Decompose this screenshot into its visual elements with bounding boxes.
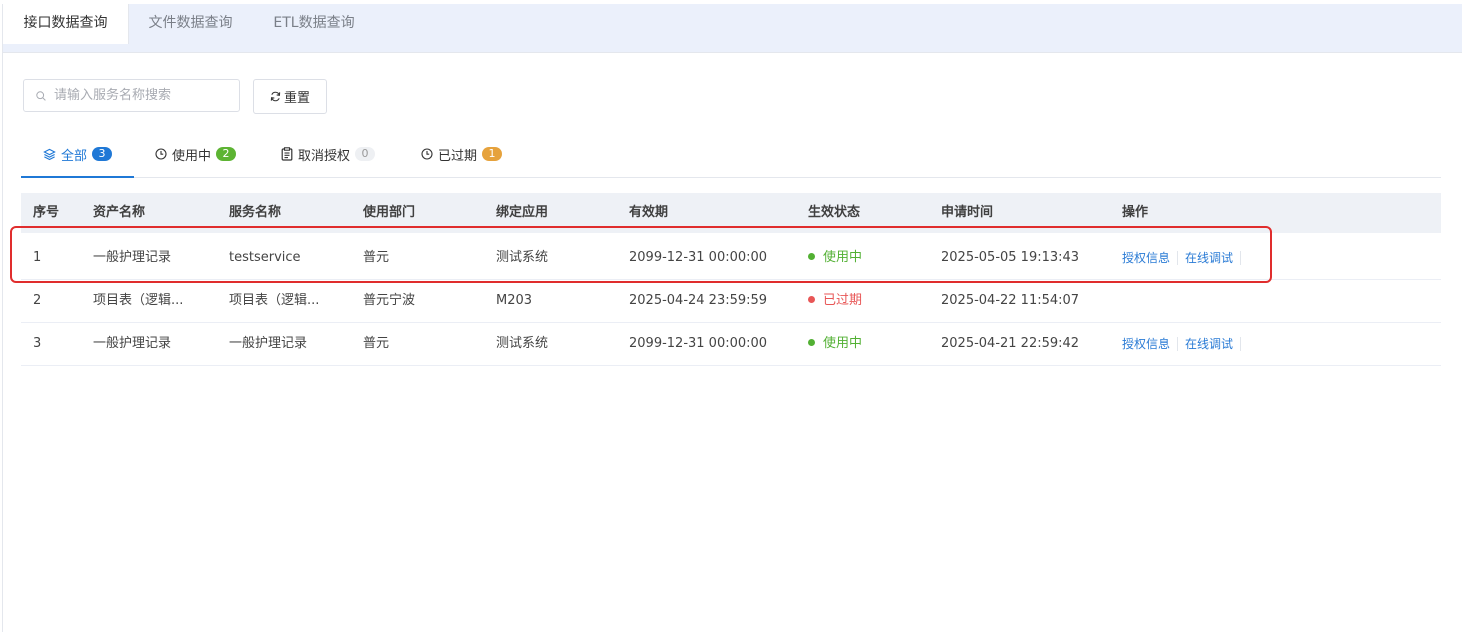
cell-service-name: 项目表（逻辑... xyxy=(229,293,320,308)
cell-asset-name: 项目表（逻辑... xyxy=(93,293,184,308)
action-divider xyxy=(1177,337,1179,351)
status-tab-label: 使用中 xyxy=(172,148,212,164)
status-dot xyxy=(808,339,815,346)
highlight-box xyxy=(10,226,1272,283)
status-tab-revoked[interactable]: 取消授权 0 xyxy=(281,140,376,168)
cell-department: 普元 xyxy=(363,336,390,351)
reset-label: 重置 xyxy=(283,91,310,106)
tab-etl-data[interactable]: ETL数据查询 xyxy=(253,4,375,43)
table-row[interactable]: 3 一般护理记录 一般护理记录 普元 测试系统 2099-12-31 00:00… xyxy=(21,323,1441,366)
active-tab-indicator xyxy=(21,176,134,178)
clipboard-icon xyxy=(281,147,293,161)
top-tab-bar: 接口数据查询 文件数据查询 ETL数据查询 xyxy=(3,4,1462,53)
refresh-icon xyxy=(270,91,281,102)
cell-valid-until: 2099-12-31 00:00:00 xyxy=(629,336,768,351)
tabs-divider xyxy=(21,177,1441,178)
action-divider xyxy=(1240,337,1242,351)
count-badge: 0 xyxy=(355,147,376,161)
online-debug-link[interactable]: 在线调试 xyxy=(1185,337,1233,351)
clock-icon xyxy=(421,148,433,160)
cell-bound-app: 测试系统 xyxy=(496,336,549,351)
count-badge: 2 xyxy=(216,147,237,161)
status-text: 已过期 xyxy=(823,293,863,308)
reset-button[interactable]: 重置 xyxy=(253,79,327,114)
cell-status: 使用中 xyxy=(808,323,862,365)
cell-department: 普元宁波 xyxy=(363,293,416,308)
status-tab-label: 已过期 xyxy=(438,148,478,164)
cell-valid-until: 2025-04-24 23:59:59 xyxy=(629,293,768,308)
status-tab-label: 取消授权 xyxy=(298,148,351,164)
status-tab-expired[interactable]: 已过期 1 xyxy=(421,140,503,168)
cell-applied-time: 2025-04-21 22:59:42 xyxy=(941,336,1080,351)
cell-bound-app: M203 xyxy=(496,293,533,308)
table-row[interactable]: 2 项目表（逻辑... 项目表（逻辑... 普元宁波 M203 2025-04-… xyxy=(21,280,1441,323)
search-icon xyxy=(36,91,46,101)
count-badge: 3 xyxy=(92,147,113,161)
cell-applied-time: 2025-04-22 11:54:07 xyxy=(941,293,1080,308)
search-input[interactable] xyxy=(54,80,234,111)
auth-info-link[interactable]: 授权信息 xyxy=(1122,337,1170,351)
status-tab-all[interactable]: 全部 3 xyxy=(43,140,113,168)
status-text: 使用中 xyxy=(823,336,863,351)
tab-file-data[interactable]: 文件数据查询 xyxy=(128,4,253,43)
cell-service-name: 一般护理记录 xyxy=(229,336,308,351)
status-tab-label: 全部 xyxy=(61,148,88,164)
cell-no: 3 xyxy=(33,336,42,351)
search-field[interactable] xyxy=(23,79,240,112)
status-tab-in-use[interactable]: 使用中 2 xyxy=(155,140,237,168)
layers-icon xyxy=(43,148,56,160)
cell-actions: 授权信息 在线调试 xyxy=(1122,323,1248,365)
status-dot xyxy=(808,296,815,303)
tab-interface-data[interactable]: 接口数据查询 xyxy=(3,4,129,44)
cell-no: 2 xyxy=(33,293,42,308)
cell-status: 已过期 xyxy=(808,280,862,322)
clock-icon xyxy=(155,148,167,160)
count-badge: 1 xyxy=(482,147,503,161)
cell-asset-name: 一般护理记录 xyxy=(93,336,172,351)
